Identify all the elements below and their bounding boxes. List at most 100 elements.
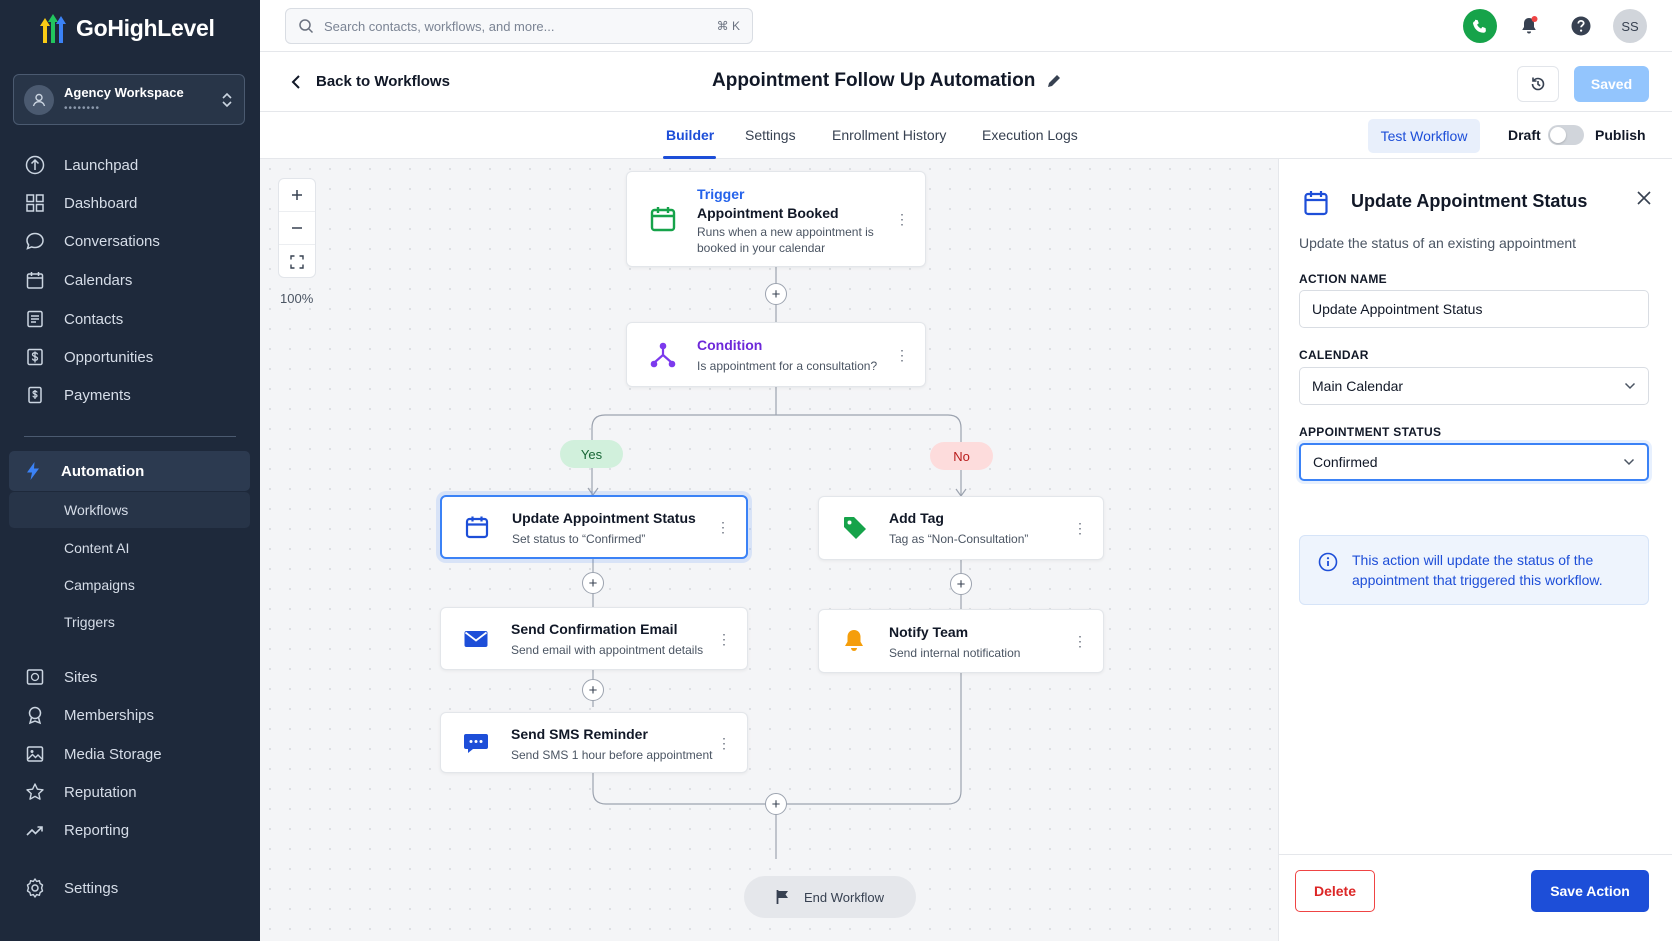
fit-view-button[interactable] xyxy=(279,245,315,278)
sidebar-item-media-storage[interactable]: Media Storage xyxy=(24,739,244,769)
save-action-button[interactable]: Save Action xyxy=(1531,870,1649,912)
node-menu-icon[interactable]: ⋮ xyxy=(717,632,731,646)
test-workflow-button[interactable]: Test Workflow xyxy=(1368,119,1480,153)
tab-execution-logs[interactable]: Execution Logs xyxy=(982,127,1078,143)
condition-node[interactable]: Condition Is appointment for a consultat… xyxy=(626,322,926,387)
appointment-status-label: APPOINTMENT STATUS xyxy=(1299,425,1442,439)
sidebar-item-label: Settings xyxy=(64,879,119,897)
sidebar-item-contacts[interactable]: Contacts xyxy=(24,304,244,334)
sidebar-subitem-campaigns[interactable]: Campaigns xyxy=(64,577,135,593)
calendar-icon xyxy=(465,516,489,539)
node-desc: Send internal notification xyxy=(889,646,1021,660)
workspace-sub: •••••••• xyxy=(64,103,101,114)
sidebar-item-memberships[interactable]: Memberships xyxy=(24,700,244,730)
sidebar-item-payments[interactable]: Payments xyxy=(24,380,244,410)
panel-title: Update Appointment Status xyxy=(1351,191,1588,211)
calendar-select[interactable]: Main Calendar xyxy=(1299,367,1649,405)
image-icon xyxy=(24,743,46,765)
action-name-value: Update Appointment Status xyxy=(1312,301,1483,317)
end-workflow-node[interactable]: End Workflow xyxy=(744,876,916,918)
close-icon[interactable] xyxy=(1635,189,1653,207)
trend-up-icon xyxy=(24,819,46,841)
sidebar-item-reputation[interactable]: Reputation xyxy=(24,777,244,807)
sidebar-item-label: Launchpad xyxy=(64,156,139,174)
sidebar-item-conversations[interactable]: Conversations xyxy=(24,226,244,256)
add-step-button[interactable]: + xyxy=(950,573,972,595)
end-workflow-label: End Workflow xyxy=(804,889,884,905)
node-menu-icon[interactable]: ⋮ xyxy=(1073,521,1087,535)
node-title: Appointment Booked xyxy=(697,205,839,221)
info-icon xyxy=(1318,552,1338,572)
sidebar-item-reporting[interactable]: Reporting xyxy=(24,815,244,845)
node-kind: Trigger xyxy=(697,186,745,202)
help-button[interactable] xyxy=(1564,9,1598,43)
add-step-button[interactable]: + xyxy=(765,283,787,305)
version-history-button[interactable] xyxy=(1517,66,1559,102)
publish-toggle[interactable] xyxy=(1548,125,1584,145)
sidebar-item-launchpad[interactable]: Launchpad xyxy=(24,150,244,180)
appointment-status-select[interactable]: Confirmed xyxy=(1299,443,1649,481)
workspace-switcher[interactable]: Agency Workspace •••••••• xyxy=(13,74,245,125)
workflow-canvas[interactable]: 100% Trigger Appointment Booked Runs whe… xyxy=(260,159,1278,941)
add-step-button[interactable]: + xyxy=(582,679,604,701)
send-email-node[interactable]: Send Confirmation Email Send email with … xyxy=(440,607,748,670)
add-step-button[interactable]: + xyxy=(582,572,604,594)
node-desc: Set status to “Confirmed” xyxy=(512,532,646,546)
action-name-input[interactable]: Update Appointment Status xyxy=(1299,290,1649,328)
sidebar-item-label: Opportunities xyxy=(64,348,154,366)
help-icon xyxy=(1571,16,1591,36)
node-menu-icon[interactable]: ⋮ xyxy=(717,736,731,750)
plus-icon xyxy=(292,190,302,200)
trigger-node[interactable]: Trigger Appointment Booked Runs when a n… xyxy=(626,171,926,267)
sidebar-item-automation[interactable]: Automation xyxy=(9,451,250,491)
logo-arrows-icon xyxy=(40,14,66,43)
update-appointment-node[interactable]: Update Appointment Status Set status to … xyxy=(440,495,748,559)
sidebar-item-dashboard[interactable]: Dashboard xyxy=(24,188,244,218)
contact-book-icon xyxy=(24,308,46,330)
sidebar-item-opportunities[interactable]: Opportunities xyxy=(24,342,244,372)
sidebar-item-settings[interactable]: Settings xyxy=(24,873,244,903)
global-search[interactable]: Search contacts, workflows, and more... … xyxy=(285,8,753,44)
node-desc: Send SMS 1 hour before appointment xyxy=(511,748,713,762)
back-to-workflows-link[interactable]: Back to Workflows xyxy=(290,73,450,90)
node-menu-icon[interactable]: ⋮ xyxy=(895,212,909,226)
sms-bubble-icon xyxy=(464,733,488,753)
zoom-controls xyxy=(278,178,316,278)
node-menu-icon[interactable]: ⋮ xyxy=(716,520,730,534)
node-menu-icon[interactable]: ⋮ xyxy=(1073,634,1087,648)
phone-button[interactable] xyxy=(1463,9,1497,43)
envelope-icon xyxy=(464,630,488,647)
zoom-out-button[interactable] xyxy=(279,212,315,245)
notifications-button[interactable] xyxy=(1512,9,1546,43)
node-menu-icon[interactable]: ⋮ xyxy=(895,348,909,362)
sidebar-subitem-active-bg xyxy=(9,492,250,528)
pencil-icon[interactable] xyxy=(1046,73,1062,89)
sidebar-item-label: Contacts xyxy=(64,310,124,328)
tab-settings[interactable]: Settings xyxy=(745,127,796,143)
sidebar-subitem-workflows[interactable]: Workflows xyxy=(64,502,128,518)
sidebar-subitem-triggers[interactable]: Triggers xyxy=(64,614,115,630)
tab-builder[interactable]: Builder xyxy=(666,127,714,143)
zoom-in-button[interactable] xyxy=(279,179,315,212)
workspace-avatar xyxy=(24,84,54,115)
chevron-left-icon xyxy=(291,74,300,89)
gear-icon xyxy=(24,877,46,899)
sidebar-subitem-content-ai[interactable]: Content AI xyxy=(64,540,129,556)
sidebar-item-calendars[interactable]: Calendars xyxy=(24,265,244,295)
badge-icon xyxy=(24,704,46,726)
user-avatar[interactable]: SS xyxy=(1613,9,1647,43)
sidebar-item-sites[interactable]: Sites xyxy=(24,662,244,692)
sidebar-item-label: Calendars xyxy=(64,271,133,289)
notify-team-node[interactable]: Notify Team Send internal notification ⋮ xyxy=(818,609,1104,673)
node-title: Send SMS Reminder xyxy=(511,726,648,742)
lightning-icon xyxy=(25,461,41,481)
minus-icon xyxy=(292,227,302,229)
add-step-button[interactable]: + xyxy=(765,793,787,815)
tab-enrollment-history[interactable]: Enrollment History xyxy=(832,127,946,143)
send-sms-node[interactable]: Send SMS Reminder Send SMS 1 hour before… xyxy=(440,712,748,773)
delete-action-button[interactable]: Delete xyxy=(1295,870,1375,912)
publish-label: Publish xyxy=(1595,127,1646,143)
add-tag-node[interactable]: Add Tag Tag as “Non-Consultation” ⋮ xyxy=(818,496,1104,560)
saved-button[interactable]: Saved xyxy=(1574,66,1649,102)
brand-logo[interactable]: GoHighLevel xyxy=(34,10,215,46)
